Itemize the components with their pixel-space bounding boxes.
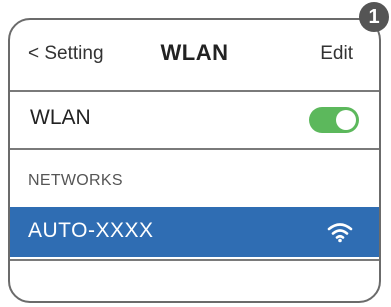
screen: < Setting WLAN Edit WLAN NETWORKS AUTO-X… bbox=[0, 0, 391, 307]
wlan-toggle[interactable] bbox=[309, 107, 359, 133]
wlan-setting-row: WLAN bbox=[10, 90, 379, 150]
network-item[interactable]: AUTO-XXXX bbox=[10, 207, 379, 257]
divider bbox=[10, 259, 379, 261]
phone-frame: < Setting WLAN Edit WLAN NETWORKS AUTO-X… bbox=[8, 18, 381, 303]
toggle-knob bbox=[336, 110, 356, 130]
step-number-badge: 1 bbox=[359, 2, 389, 32]
networks-section-header: NETWORKS bbox=[28, 172, 123, 189]
wlan-label: WLAN bbox=[30, 106, 91, 129]
network-name: AUTO-XXXX bbox=[28, 219, 154, 242]
wifi-icon bbox=[327, 223, 353, 243]
edit-button[interactable]: Edit bbox=[320, 43, 353, 65]
navigation-bar: < Setting WLAN Edit bbox=[10, 20, 379, 92]
